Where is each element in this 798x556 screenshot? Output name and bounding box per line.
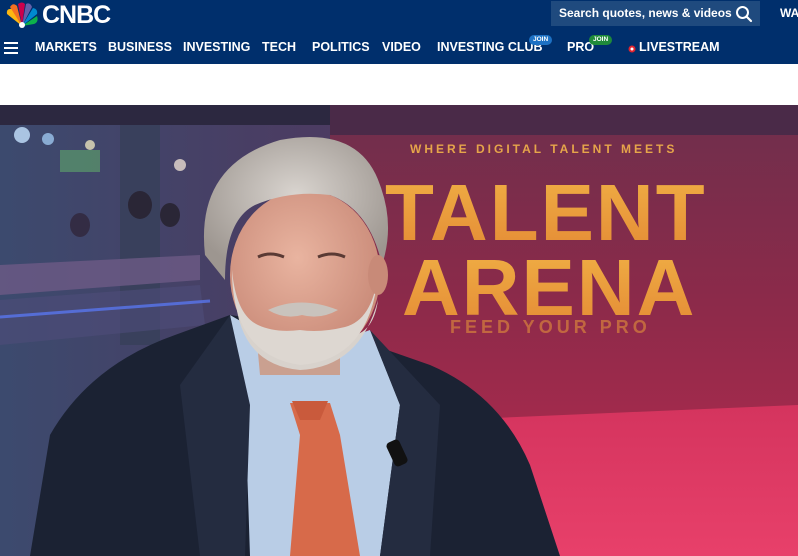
cnbc-logo[interactable]: CNBC	[4, 1, 124, 29]
nav-item-business[interactable]: BUSINESS	[108, 40, 172, 54]
nav-item-livestream[interactable]: LIVESTREAM	[639, 40, 720, 54]
search-icon[interactable]	[734, 4, 754, 24]
backdrop-tagline: WHERE DIGITAL TALENT MEETS	[410, 142, 677, 156]
backdrop-subtitle: FEED YOUR PRO	[450, 317, 651, 337]
join-badge: JOIN	[529, 35, 553, 45]
nav-item-investing[interactable]: INVESTING	[183, 40, 250, 54]
header-link-cut[interactable]: WA	[780, 6, 798, 20]
video-frame-image: WHERE DIGITAL TALENT MEETS TALENT ARENA …	[0, 105, 798, 556]
search-input[interactable]: Search quotes, news & videos	[551, 1, 760, 26]
nav-item-politics[interactable]: POLITICS	[312, 40, 370, 54]
main-nav: MARKETS BUSINESS INVESTING TECH POLITICS…	[0, 33, 798, 63]
video-player[interactable]: WHERE DIGITAL TALENT MEETS TALENT ARENA …	[0, 105, 798, 556]
peacock-icon	[6, 2, 38, 28]
live-dot-icon	[628, 45, 636, 53]
site-header: CNBC Search quotes, news & videos WA MAR…	[0, 0, 798, 64]
hamburger-icon[interactable]	[4, 42, 18, 54]
search-placeholder: Search quotes, news & videos	[559, 6, 732, 20]
join-badge: JOIN	[589, 35, 613, 45]
brand-name: CNBC	[42, 1, 111, 29]
nav-item-markets[interactable]: MARKETS	[35, 40, 97, 54]
nav-item-investing-club[interactable]: INVESTING CLUB	[437, 40, 543, 54]
nav-item-video[interactable]: VIDEO	[382, 40, 421, 54]
nav-item-tech[interactable]: TECH	[262, 40, 296, 54]
ad-spacer	[0, 64, 798, 105]
